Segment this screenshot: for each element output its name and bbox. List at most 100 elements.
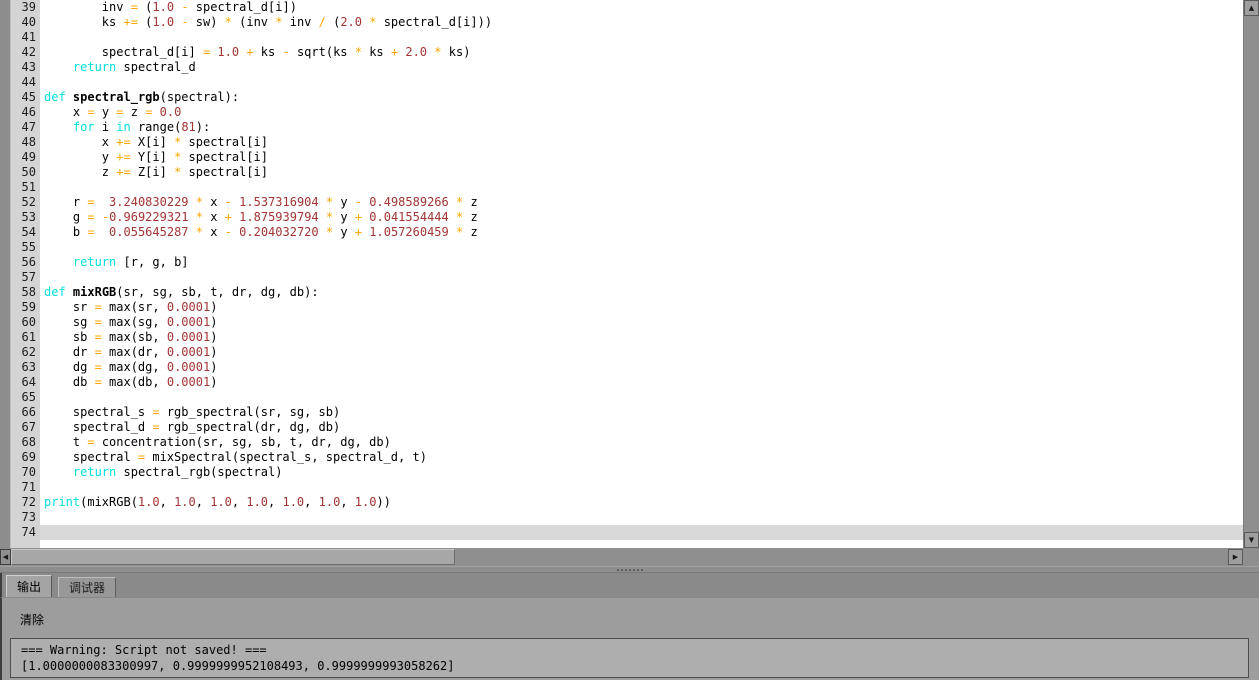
line-number: 57 — [11, 270, 40, 285]
code-line[interactable]: 71 — [0, 480, 1243, 495]
code-line[interactable]: 68 t = concentration(sr, sg, sb, t, dr, … — [0, 435, 1243, 450]
line-number: 72 — [11, 495, 40, 510]
fold-margin — [0, 390, 11, 405]
code-line[interactable]: 70 return spectral_rgb(spectral) — [0, 465, 1243, 480]
code-line[interactable]: 66 spectral_s = rgb_spectral(sr, sg, sb) — [0, 405, 1243, 420]
code-line[interactable]: 42 spectral_d[i] = 1.0 + ks - sqrt(ks * … — [0, 45, 1243, 60]
code-line[interactable]: 47 for i in range(81): — [0, 120, 1243, 135]
code-line[interactable]: 62 dr = max(dr, 0.0001) — [0, 345, 1243, 360]
scroll-left-button[interactable]: ◀ — [0, 549, 11, 565]
code-text: sg = max(sg, 0.0001) — [40, 315, 1243, 330]
horizontal-scrollbar-thumb[interactable] — [11, 549, 455, 565]
line-number: 71 — [11, 480, 40, 495]
fold-margin — [0, 15, 11, 30]
code-line[interactable]: 58 def mixRGB(sr, sg, sb, t, dr, dg, db): — [0, 285, 1243, 300]
splitter-handle[interactable] — [616, 568, 643, 571]
fold-margin — [0, 345, 11, 360]
fold-margin — [0, 315, 11, 330]
scroll-up-button[interactable]: ▲ — [1244, 0, 1259, 16]
code-line[interactable]: 48 x += X[i] * spectral[i] — [0, 135, 1243, 150]
line-number: 56 — [11, 255, 40, 270]
line-number: 64 — [11, 375, 40, 390]
code-text — [40, 270, 1243, 285]
line-number: 67 — [11, 420, 40, 435]
code-line[interactable]: 41 — [0, 30, 1243, 45]
code-text: sb = max(sb, 0.0001) — [40, 330, 1243, 345]
left-arrow-icon: ◀ — [2, 552, 9, 561]
code-line[interactable]: 56 return [r, g, b] — [0, 255, 1243, 270]
code-text — [40, 390, 1243, 405]
code-text — [40, 525, 1243, 540]
code-line[interactable]: 63 dg = max(dg, 0.0001) — [0, 360, 1243, 375]
code-editor[interactable]: 39 inv = (1.0 - spectral_d[i]) 40 ks += (… — [0, 0, 1259, 548]
code-text — [40, 30, 1243, 45]
output-line: === Warning: Script not saved! === — [21, 643, 267, 657]
code-text: print(mixRGB(1.0, 1.0, 1.0, 1.0, 1.0, 1.… — [40, 495, 1243, 510]
panel-splitter[interactable] — [0, 566, 1259, 573]
code-line[interactable]: 74 — [0, 525, 1243, 540]
code-text: t = concentration(sr, sg, sb, t, dr, dg,… — [40, 435, 1243, 450]
code-text: z += Z[i] * spectral[i] — [40, 165, 1243, 180]
editor-horizontal-scrollbar[interactable]: ◀ ▶ — [0, 548, 1243, 566]
fold-margin — [0, 300, 11, 315]
code-line[interactable]: 49 y += Y[i] * spectral[i] — [0, 150, 1243, 165]
fold-margin — [0, 480, 11, 495]
code-text: b = 0.055645287 * x - 0.204032720 * y + … — [40, 225, 1243, 240]
output-line: [1.0000000083300997, 0.9999999952108493,… — [21, 659, 455, 673]
ide-window: 39 inv = (1.0 - spectral_d[i]) 40 ks += (… — [0, 0, 1259, 680]
line-number: 74 — [11, 525, 40, 540]
clear-button[interactable]: 清除 — [20, 611, 44, 628]
line-number: 52 — [11, 195, 40, 210]
code-text: db = max(db, 0.0001) — [40, 375, 1243, 390]
code-line[interactable]: 53 g = -0.969229321 * x + 1.875939794 * … — [0, 210, 1243, 225]
code-line-filler — [0, 540, 1243, 548]
fold-margin — [0, 240, 11, 255]
editor-vertical-scrollbar[interactable]: ▲ ▼ — [1243, 0, 1259, 548]
output-console[interactable]: === Warning: Script not saved! === [1.000… — [10, 638, 1249, 678]
code-line[interactable]: 52 r = 3.240830229 * x - 1.537316904 * y… — [0, 195, 1243, 210]
code-text: spectral = mixSpectral(spectral_s, spect… — [40, 450, 1243, 465]
code-line[interactable]: 65 — [0, 390, 1243, 405]
line-number: 60 — [11, 315, 40, 330]
code-line[interactable]: 69 spectral = mixSpectral(spectral_s, sp… — [0, 450, 1243, 465]
code-line[interactable]: 43 return spectral_d — [0, 60, 1243, 75]
code-line[interactable]: 46 x = y = z = 0.0 — [0, 105, 1243, 120]
tab-output[interactable]: 输出 — [6, 575, 53, 597]
code-text: sr = max(sr, 0.0001) — [40, 300, 1243, 315]
code-line[interactable]: 45 def spectral_rgb(spectral): — [0, 90, 1243, 105]
code-line[interactable]: 40 ks += (1.0 - sw) * (inv * inv / (2.0 … — [0, 15, 1243, 30]
fold-margin — [0, 495, 11, 510]
code-text: return spectral_d — [40, 60, 1243, 75]
code-text — [40, 180, 1243, 195]
code-line[interactable]: 55 — [0, 240, 1243, 255]
line-number: 61 — [11, 330, 40, 345]
line-number: 62 — [11, 345, 40, 360]
code-text: ks += (1.0 - sw) * (inv * inv / (2.0 * s… — [40, 15, 1243, 30]
line-number: 44 — [11, 75, 40, 90]
code-line[interactable]: 57 — [0, 270, 1243, 285]
code-line[interactable]: 54 b = 0.055645287 * x - 0.204032720 * y… — [0, 225, 1243, 240]
code-line[interactable]: 61 sb = max(sb, 0.0001) — [0, 330, 1243, 345]
fold-margin — [0, 450, 11, 465]
fold-margin — [0, 195, 11, 210]
scroll-right-button[interactable]: ▶ — [1228, 549, 1243, 565]
code-line[interactable]: 64 db = max(db, 0.0001) — [0, 375, 1243, 390]
code-text — [40, 240, 1243, 255]
code-line[interactable]: 50 z += Z[i] * spectral[i] — [0, 165, 1243, 180]
code-text: x += X[i] * spectral[i] — [40, 135, 1243, 150]
scroll-down-button[interactable]: ▼ — [1244, 532, 1259, 548]
code-text: inv = (1.0 - spectral_d[i]) — [40, 0, 1243, 15]
code-line[interactable]: 67 spectral_d = rgb_spectral(dr, dg, db) — [0, 420, 1243, 435]
fold-margin — [0, 135, 11, 150]
code-line[interactable]: 59 sr = max(sr, 0.0001) — [0, 300, 1243, 315]
code-line[interactable]: 44 — [0, 75, 1243, 90]
tab-debugger[interactable]: 调试器 — [58, 577, 117, 597]
code-line[interactable]: 72 print(mixRGB(1.0, 1.0, 1.0, 1.0, 1.0, … — [0, 495, 1243, 510]
line-number: 49 — [11, 150, 40, 165]
code-line[interactable]: 39 inv = (1.0 - spectral_d[i]) — [0, 0, 1243, 15]
line-number: 43 — [11, 60, 40, 75]
code-text: r = 3.240830229 * x - 1.537316904 * y - … — [40, 195, 1243, 210]
code-line[interactable]: 51 — [0, 180, 1243, 195]
code-line[interactable]: 73 — [0, 510, 1243, 525]
code-line[interactable]: 60 sg = max(sg, 0.0001) — [0, 315, 1243, 330]
